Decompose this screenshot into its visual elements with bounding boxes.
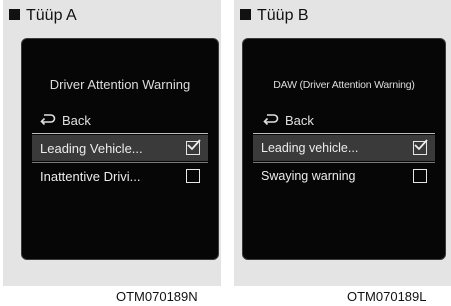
type-a-panel: Tüüp A Driver Attention Warning Back Lea… — [3, 0, 221, 286]
type-b-menu-item-swaying-warning[interactable]: Swaying warning — [253, 163, 435, 189]
type-b-heading: Tüüp B — [240, 8, 309, 24]
type-b-label: Tüüp B — [257, 7, 309, 24]
menu-item-label: Leading Vehicle... — [40, 141, 143, 156]
type-b-display-screen: DAW (Driver Attention Warning) Back Lead… — [242, 38, 446, 260]
type-b-screen-title: DAW (Driver Attention Warning) — [273, 79, 415, 91]
type-a-figure-code: OTM070189N — [116, 289, 198, 304]
type-a-screen-title: Driver Attention Warning — [49, 77, 191, 92]
square-bullet-icon — [240, 9, 251, 20]
divider — [32, 133, 208, 134]
type-a-menu-item-leading-vehicle[interactable]: Leading Vehicle... — [32, 135, 208, 161]
type-b-back-label: Back — [285, 113, 314, 128]
square-bullet-icon — [9, 9, 20, 20]
checkbox-empty-icon[interactable] — [186, 169, 200, 183]
type-a-display-screen: Driver Attention Warning Back Leading Ve… — [21, 38, 219, 260]
type-b-menu-item-leading-vehicle[interactable]: Leading vehicle... — [253, 135, 435, 161]
type-b-back-button[interactable]: Back — [263, 113, 314, 128]
checkbox-empty-icon[interactable] — [413, 169, 427, 183]
type-b-panel: Tüüp B DAW (Driver Attention Warning) Ba… — [234, 0, 451, 286]
menu-item-label: Swaying warning — [261, 169, 356, 183]
back-arrow-icon — [263, 113, 279, 128]
checkbox-checked-icon[interactable] — [413, 139, 428, 155]
menu-item-label: Inattentive Drivi... — [40, 169, 141, 184]
menu-item-label: Leading vehicle... — [261, 141, 359, 155]
type-a-back-button[interactable]: Back — [40, 113, 91, 128]
checkbox-checked-icon[interactable] — [186, 139, 201, 155]
back-arrow-icon — [40, 113, 56, 128]
type-a-label: Tüüp A — [26, 7, 77, 24]
type-a-menu-item-inattentive-driving[interactable]: Inattentive Drivi... — [32, 163, 208, 189]
type-b-figure-code: OTM070189L — [347, 289, 427, 304]
type-a-back-label: Back — [62, 113, 91, 128]
type-a-heading: Tüüp A — [9, 8, 77, 24]
divider — [253, 133, 435, 134]
